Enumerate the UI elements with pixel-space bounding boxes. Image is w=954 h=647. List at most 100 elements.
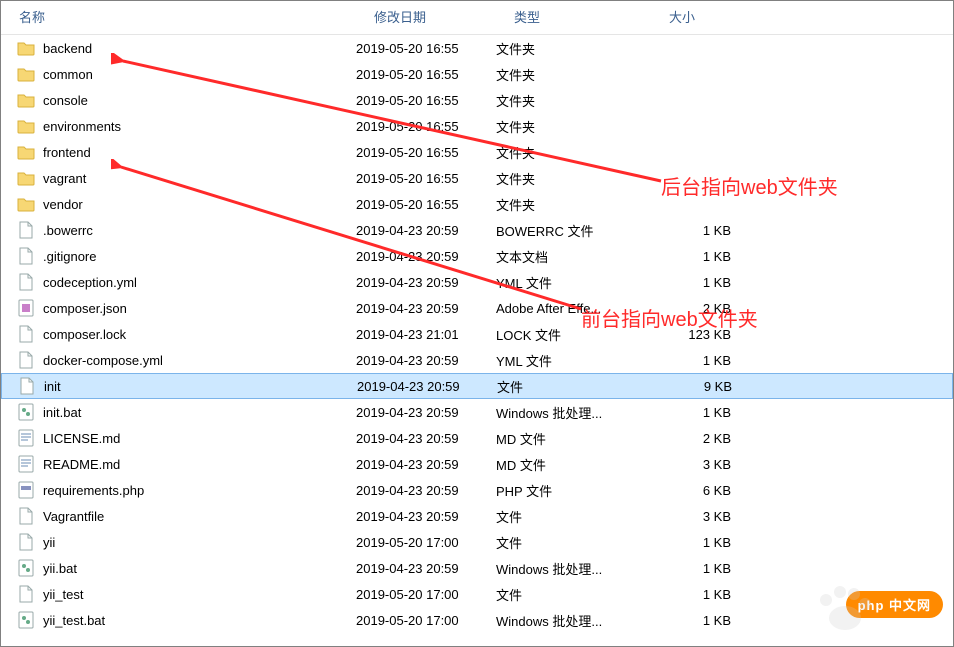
- cell-type: 文件夹: [496, 195, 651, 214]
- cell-date: 2019-04-23 20:59: [356, 301, 496, 316]
- file-name-label: yii: [43, 535, 55, 550]
- cell-type: 文件: [497, 377, 652, 396]
- file-icon: [17, 299, 35, 317]
- header-date[interactable]: 修改日期: [356, 7, 496, 26]
- cell-size: 2 KB: [651, 431, 741, 446]
- file-name-label: yii.bat: [43, 561, 77, 576]
- header-name[interactable]: 名称: [1, 7, 356, 26]
- cell-date: 2019-05-20 16:55: [356, 171, 496, 186]
- cell-date: 2019-04-23 20:59: [356, 431, 496, 446]
- cell-type: 文件: [496, 533, 651, 552]
- file-name-label: init.bat: [43, 405, 81, 420]
- cell-type: 文件夹: [496, 143, 651, 162]
- table-row[interactable]: backend2019-05-20 16:55文件夹: [1, 35, 953, 61]
- file-icon: [17, 429, 35, 447]
- file-name-label: .bowerrc: [43, 223, 93, 238]
- cell-name: docker-compose.yml: [1, 351, 356, 369]
- file-name-label: codeception.yml: [43, 275, 137, 290]
- file-icon: [17, 325, 35, 343]
- cell-name: init: [2, 377, 357, 395]
- cell-size: 6 KB: [651, 483, 741, 498]
- table-row[interactable]: .gitignore2019-04-23 20:59文本文档1 KB: [1, 243, 953, 269]
- file-name-label: vagrant: [43, 171, 86, 186]
- file-icon: [17, 611, 35, 629]
- cell-type: LOCK 文件: [496, 325, 651, 344]
- cell-size: 3 KB: [651, 457, 741, 472]
- file-name-label: frontend: [43, 145, 91, 160]
- cell-type: 文件夹: [496, 169, 651, 188]
- file-icon: [17, 559, 35, 577]
- table-row[interactable]: init2019-04-23 20:59文件9 KB: [1, 373, 953, 399]
- cell-name: environments: [1, 117, 356, 135]
- table-row[interactable]: README.md2019-04-23 20:59MD 文件3 KB: [1, 451, 953, 477]
- cell-type: MD 文件: [496, 455, 651, 474]
- cell-date: 2019-04-23 20:59: [356, 353, 496, 368]
- table-row[interactable]: Vagrantfile2019-04-23 20:59文件3 KB: [1, 503, 953, 529]
- table-row[interactable]: vagrant 2019-05-20 16:55文件夹: [1, 165, 953, 191]
- cell-size: 3 KB: [651, 509, 741, 524]
- file-icon: [17, 507, 35, 525]
- cell-type: Windows 批处理...: [496, 559, 651, 578]
- cell-name: composer.json: [1, 299, 356, 317]
- header-type[interactable]: 类型: [496, 7, 651, 26]
- file-name-label: LICENSE.md: [43, 431, 120, 446]
- cell-name: yii_test: [1, 585, 356, 603]
- file-icon: [17, 455, 35, 473]
- cell-date: 2019-04-23 20:59: [356, 561, 496, 576]
- cell-date: 2019-04-23 20:59: [356, 223, 496, 238]
- cell-type: 文本文档: [496, 247, 651, 266]
- cell-name: README.md: [1, 455, 356, 473]
- cell-type: Windows 批处理...: [496, 611, 651, 630]
- table-row[interactable]: frontend2019-05-20 16:55文件夹: [1, 139, 953, 165]
- column-header[interactable]: 名称 修改日期 类型 大小: [1, 1, 953, 35]
- table-row[interactable]: yii2019-05-20 17:00文件1 KB: [1, 529, 953, 555]
- table-row[interactable]: console2019-05-20 16:55文件夹: [1, 87, 953, 113]
- file-name-label: yii_test: [43, 587, 83, 602]
- file-name-label: init: [44, 379, 61, 394]
- table-row[interactable]: composer.lock2019-04-23 21:01LOCK 文件123 …: [1, 321, 953, 347]
- cell-size: 1 KB: [651, 613, 741, 628]
- cell-name: console: [1, 91, 356, 109]
- cell-name: vagrant: [1, 169, 356, 187]
- cell-name: frontend: [1, 143, 356, 161]
- table-row[interactable]: yii.bat2019-04-23 20:59Windows 批处理...1 K…: [1, 555, 953, 581]
- file-name-label: README.md: [43, 457, 120, 472]
- cell-type: 文件夹: [496, 39, 651, 58]
- cell-type: 文件: [496, 585, 651, 604]
- cell-type: Windows 批处理...: [496, 403, 651, 422]
- table-row[interactable]: environments2019-05-20 16:55文件夹: [1, 113, 953, 139]
- table-row[interactable]: docker-compose.yml2019-04-23 20:59YML 文件…: [1, 347, 953, 373]
- cell-date: 2019-04-23 20:59: [356, 509, 496, 524]
- file-list[interactable]: backend2019-05-20 16:55文件夹common2019-05-…: [1, 35, 953, 633]
- cell-type: PHP 文件: [496, 481, 651, 500]
- file-name-label: Vagrantfile: [43, 509, 104, 524]
- table-row[interactable]: LICENSE.md2019-04-23 20:59MD 文件2 KB: [1, 425, 953, 451]
- cell-size: 9 KB: [652, 379, 742, 394]
- table-row[interactable]: common2019-05-20 16:55文件夹: [1, 61, 953, 87]
- table-row[interactable]: yii_test.bat2019-05-20 17:00Windows 批处理.…: [1, 607, 953, 633]
- cell-date: 2019-05-20 16:55: [356, 197, 496, 212]
- file-name-label: yii_test.bat: [43, 613, 105, 628]
- cell-size: 1 KB: [651, 587, 741, 602]
- cell-date: 2019-05-20 16:55: [356, 119, 496, 134]
- header-size[interactable]: 大小: [651, 7, 771, 26]
- table-row[interactable]: init.bat2019-04-23 20:59Windows 批处理...1 …: [1, 399, 953, 425]
- table-row[interactable]: codeception.yml2019-04-23 20:59YML 文件1 K…: [1, 269, 953, 295]
- table-row[interactable]: .bowerrc2019-04-23 20:59BOWERRC 文件1 KB: [1, 217, 953, 243]
- file-name-label: docker-compose.yml: [43, 353, 163, 368]
- cell-size: 1 KB: [651, 535, 741, 550]
- folder-icon: [17, 169, 35, 187]
- file-icon: [17, 247, 35, 265]
- table-row[interactable]: yii_test2019-05-20 17:00文件1 KB: [1, 581, 953, 607]
- cell-name: yii.bat: [1, 559, 356, 577]
- cell-type: 文件夹: [496, 65, 651, 84]
- table-row[interactable]: requirements.php2019-04-23 20:59PHP 文件6 …: [1, 477, 953, 503]
- cell-name: .bowerrc: [1, 221, 356, 239]
- table-row[interactable]: vendor2019-05-20 16:55文件夹: [1, 191, 953, 217]
- cell-name: backend: [1, 39, 356, 57]
- cell-name: requirements.php: [1, 481, 356, 499]
- file-icon: [17, 403, 35, 421]
- cell-size: 1 KB: [651, 249, 741, 264]
- table-row[interactable]: composer.json2019-04-23 20:59Adobe After…: [1, 295, 953, 321]
- folder-icon: [17, 39, 35, 57]
